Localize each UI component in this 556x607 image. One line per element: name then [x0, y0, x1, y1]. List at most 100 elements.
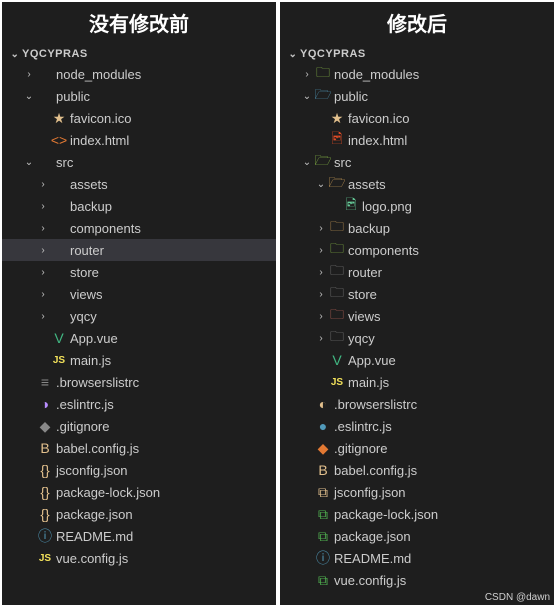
chevron-right-icon[interactable]: › — [314, 267, 328, 278]
file-label: router — [348, 265, 382, 280]
chevron-right-icon[interactable]: › — [314, 289, 328, 300]
file-label: package.json — [334, 529, 411, 544]
tree-row[interactable]: ›node_modules — [2, 63, 276, 85]
file-label: .browserslistrc — [56, 375, 139, 390]
tree-row[interactable]: ›🗀views — [280, 305, 554, 327]
tree-row[interactable]: ›🗀backup — [280, 217, 554, 239]
file-icon: ⧉ — [314, 506, 332, 523]
tree-row[interactable]: ◐.browserslistrc — [280, 393, 554, 415]
tree-row[interactable]: ⌄🗁src — [280, 151, 554, 173]
tree-row[interactable]: ›assets — [2, 173, 276, 195]
tree-row[interactable]: VApp.vue — [280, 349, 554, 371]
tree-row[interactable]: ≡.browserslistrc — [2, 371, 276, 393]
file-icon: {} — [36, 484, 54, 500]
tree-row[interactable]: <>index.html — [2, 129, 276, 151]
tree-row[interactable]: 🖻logo.png — [280, 195, 554, 217]
file-icon: ⧉ — [314, 528, 332, 545]
tree-row[interactable]: Bbabel.config.js — [280, 459, 554, 481]
tree-row[interactable]: ›🗀yqcy — [280, 327, 554, 349]
chevron-down-icon[interactable]: ⌄ — [314, 179, 328, 190]
tree-row[interactable]: ★favicon.ico — [280, 107, 554, 129]
tree-row[interactable]: ›backup — [2, 195, 276, 217]
tree-row[interactable]: ›router — [2, 239, 276, 261]
chevron-right-icon[interactable]: › — [22, 69, 36, 80]
tree-row[interactable]: {}package-lock.json — [2, 481, 276, 503]
tree-row[interactable]: ◆.gitignore — [2, 415, 276, 437]
tree-row[interactable]: JSmain.js — [2, 349, 276, 371]
tree-row[interactable]: {}package.json — [2, 503, 276, 525]
tree-row[interactable]: ●.eslintrc.js — [280, 415, 554, 437]
file-label: index.html — [70, 133, 129, 148]
chevron-right-icon[interactable]: › — [36, 245, 50, 256]
chevron-down-icon[interactable]: ⌄ — [22, 91, 36, 102]
file-icon: 🖻 — [342, 194, 360, 218]
chevron-right-icon[interactable]: › — [36, 179, 50, 190]
tree-row[interactable]: ⧉jsconfig.json — [280, 481, 554, 503]
tree-row[interactable]: ⌄🗁assets — [280, 173, 554, 195]
chevron-right-icon[interactable]: › — [314, 311, 328, 322]
file-icon: V — [50, 330, 68, 346]
file-label: yqcy — [348, 331, 375, 346]
tree-row[interactable]: ◑.eslintrc.js — [2, 393, 276, 415]
tree-row[interactable]: ›🗀store — [280, 283, 554, 305]
file-label: main.js — [348, 375, 389, 390]
tree-row[interactable]: VApp.vue — [2, 327, 276, 349]
chevron-right-icon[interactable]: › — [314, 245, 328, 256]
chevron-right-icon[interactable]: › — [300, 69, 314, 80]
tree-row[interactable]: ⓘREADME.md — [2, 525, 276, 547]
tree-row[interactable]: ⓘREADME.md — [280, 547, 554, 569]
file-label: .gitignore — [56, 419, 109, 434]
chevron-down-icon[interactable]: ⌄ — [22, 157, 36, 168]
tree-row[interactable]: ⧉package-lock.json — [280, 503, 554, 525]
tree-row[interactable]: ⌄src — [2, 151, 276, 173]
project-header-after[interactable]: ⌄ YQCYPRAS — [280, 45, 554, 63]
tree-row[interactable]: ›🗀router — [280, 261, 554, 283]
file-label: public — [56, 89, 90, 104]
tree-row[interactable]: ›yqcy — [2, 305, 276, 327]
chevron-down-icon[interactable]: ⌄ — [300, 157, 314, 168]
file-icon: ⧉ — [314, 484, 332, 501]
file-icon: 🗀 — [314, 63, 332, 86]
file-label: package-lock.json — [56, 485, 160, 500]
tree-row[interactable]: ›components — [2, 217, 276, 239]
chevron-right-icon[interactable]: › — [36, 201, 50, 212]
tree-row[interactable]: › views — [2, 283, 276, 305]
file-label: favicon.ico — [70, 111, 131, 126]
file-label: node_modules — [334, 67, 419, 82]
tree-row[interactable]: ⌄🗁public — [280, 85, 554, 107]
chevron-right-icon[interactable]: › — [36, 289, 50, 300]
chevron-right-icon[interactable]: › — [314, 333, 328, 344]
tree-row[interactable]: JSvue.config.js — [2, 547, 276, 569]
file-label: logo.png — [362, 199, 412, 214]
chevron-right-icon[interactable]: › — [36, 311, 50, 322]
panel-after: 修改后 ⌄ YQCYPRAS ›🗀node_modules⌄🗁public★fa… — [280, 2, 554, 605]
panel-title-after: 修改后 — [280, 2, 554, 45]
file-label: .eslintrc.js — [334, 419, 392, 434]
file-label: vue.config.js — [334, 573, 406, 588]
file-icon: 🗀 — [328, 326, 346, 350]
tree-row[interactable]: ⧉vue.config.js — [280, 569, 554, 591]
tree-row[interactable]: ⧉package.json — [280, 525, 554, 547]
project-header-before[interactable]: ⌄ YQCYPRAS — [2, 45, 276, 63]
file-icon: 🗁 — [328, 172, 346, 196]
tree-row[interactable]: 🖻index.html — [280, 129, 554, 151]
tree-row[interactable]: ›🗀components — [280, 239, 554, 261]
file-label: main.js — [70, 353, 111, 368]
chevron-right-icon[interactable]: › — [314, 223, 328, 234]
chevron-right-icon[interactable]: › — [36, 223, 50, 234]
file-label: .eslintrc.js — [56, 397, 114, 412]
tree-row[interactable]: ›🗀node_modules — [280, 63, 554, 85]
tree-row[interactable]: ⌄ public — [2, 85, 276, 107]
tree-row[interactable]: Bbabel.config.js — [2, 437, 276, 459]
chevron-down-icon[interactable]: ⌄ — [300, 91, 314, 102]
file-icon: ★ — [328, 110, 346, 127]
chevron-right-icon[interactable]: › — [36, 267, 50, 278]
file-label: views — [70, 287, 103, 302]
tree-row[interactable]: ›store — [2, 261, 276, 283]
tree-row[interactable]: ◆.gitignore — [280, 437, 554, 459]
tree-row[interactable]: JSmain.js — [280, 371, 554, 393]
file-icon: ≡ — [36, 374, 54, 390]
tree-row[interactable]: ★favicon.ico — [2, 107, 276, 129]
tree-row[interactable]: {}jsconfig.json — [2, 459, 276, 481]
file-label: README.md — [56, 529, 133, 544]
